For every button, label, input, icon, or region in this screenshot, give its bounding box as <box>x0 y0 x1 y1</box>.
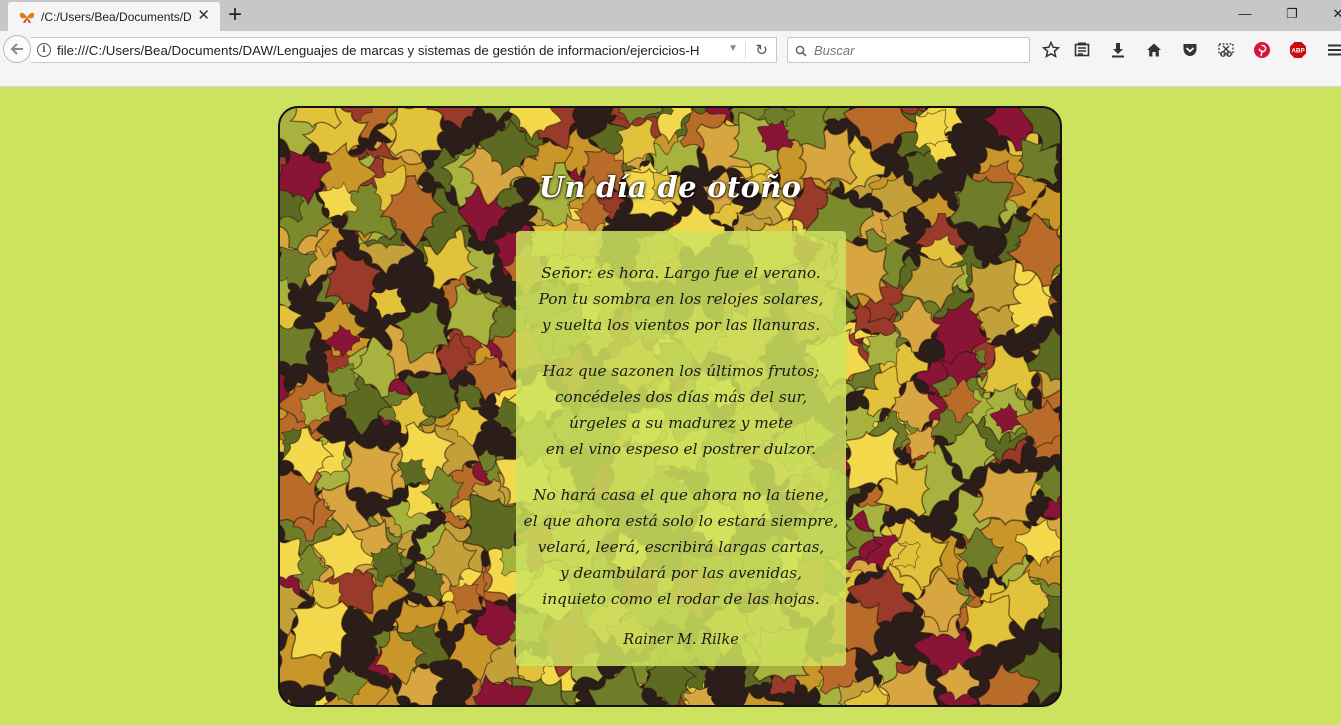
poem-box: Señor: es hora. Largo fue el verano. Pon… <box>516 231 846 666</box>
poem-line: úrgeles a su madurez y mete <box>568 414 794 432</box>
browser-tab[interactable]: /C:/Users/Bea/Documents/D ✕ <box>8 2 220 31</box>
menu-icon[interactable] <box>1325 40 1341 60</box>
download-icon[interactable] <box>1108 40 1128 60</box>
poem-line: No hará casa el que ahora no la tiene, <box>533 486 829 504</box>
close-tab-icon[interactable]: ✕ <box>197 8 210 24</box>
info-icon[interactable]: i <box>37 43 51 57</box>
adblock-label: ABP <box>1291 48 1304 55</box>
new-tab-button[interactable]: + <box>228 3 242 27</box>
poem-line: y suelta los vientos por las llanuras. <box>541 316 821 334</box>
adblock-icon[interactable]: ABP <box>1288 40 1308 60</box>
leaf-shape <box>280 697 302 705</box>
minimize-button[interactable]: — <box>1222 4 1268 24</box>
stanza-3: No hará casa el que ahora no la tiene, e… <box>516 482 846 612</box>
close-window-button[interactable]: ✕ <box>1315 4 1341 24</box>
url-text[interactable]: file:///C:/Users/Bea/Documents/DAW/Lengu… <box>57 43 737 58</box>
autumn-leaves-panel: Un día de otoño Señor: es hora. Largo fu… <box>278 106 1062 707</box>
poem-author: Rainer M. Rilke <box>623 632 739 648</box>
url-dropdown-icon[interactable]: ▼ <box>728 43 738 54</box>
poem-line: inquieto como el rodar de las hojas. <box>542 590 820 608</box>
back-arrow-icon <box>10 43 23 55</box>
stanza-1: Señor: es hora. Largo fue el verano. Pon… <box>516 260 846 338</box>
navigation-bar: i file:///C:/Users/Bea/Documents/DAW/Len… <box>0 31 1341 69</box>
search-icon <box>795 44 807 57</box>
butterfly-icon <box>19 9 35 25</box>
poem-line: el que ahora está solo lo estará siempre… <box>523 512 839 530</box>
poem-title: Un día de otoño <box>538 170 802 204</box>
url-bar[interactable]: i file:///C:/Users/Bea/Documents/DAW/Len… <box>31 37 777 63</box>
stanza-2: Haz que sazonen los últimos frutos; conc… <box>516 358 846 462</box>
poem-line: y deambulará por las avenidas, <box>559 564 802 582</box>
screenshot-icon[interactable] <box>1216 40 1236 60</box>
pinterest-icon[interactable] <box>1252 40 1272 60</box>
search-bar[interactable] <box>787 37 1030 63</box>
star-icon[interactable] <box>1041 40 1061 60</box>
poem-line: Haz que sazonen los últimos frutos; <box>542 362 820 380</box>
toolbar-strip <box>0 69 1341 87</box>
home-icon[interactable] <box>1144 40 1164 60</box>
tab-title: /C:/Users/Bea/Documents/D <box>41 9 191 24</box>
poem-line: concédeles dos días más del sur, <box>554 388 808 406</box>
pocket-icon[interactable] <box>1180 40 1200 60</box>
url-separator <box>745 42 746 59</box>
poem-line: velará, leerá, escribirá largas cartas, <box>537 538 825 556</box>
restore-button[interactable]: ❐ <box>1269 4 1315 24</box>
reload-icon[interactable]: ↻ <box>755 41 768 59</box>
reading-list-icon[interactable] <box>1072 40 1092 60</box>
poem-line: Señor: es hora. Largo fue el verano. <box>541 264 821 282</box>
poem-line: Pon tu sombra en los relojes solares, <box>538 290 824 308</box>
back-button[interactable] <box>3 35 31 63</box>
search-input[interactable] <box>814 42 1014 58</box>
poem-line: en el vino espeso el postrer dulzor. <box>545 440 817 458</box>
tab-bar: /C:/Users/Bea/Documents/D ✕ + — ❐ ✕ <box>0 0 1341 31</box>
